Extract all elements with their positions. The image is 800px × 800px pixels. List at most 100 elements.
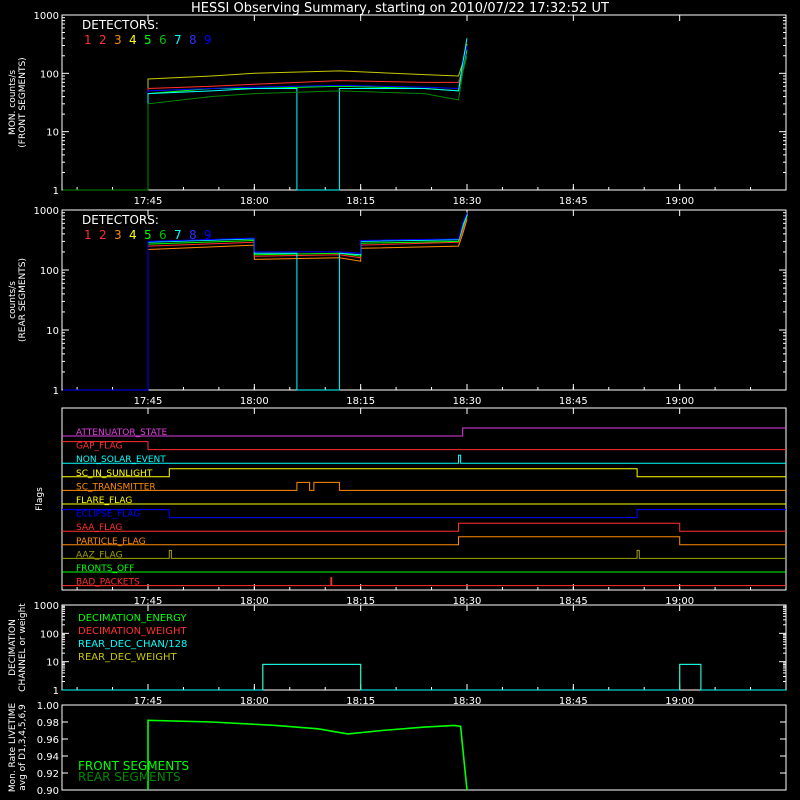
x-tick-label: 17:45 bbox=[134, 396, 163, 407]
y-axis-label: DECIMATION bbox=[8, 619, 18, 676]
series-line-front bbox=[62, 43, 468, 191]
panel-frame-rear bbox=[61, 209, 787, 391]
y-tick-label: 100 bbox=[40, 266, 59, 277]
x-tick-label: 18:45 bbox=[559, 396, 588, 407]
series-line-rear bbox=[62, 215, 468, 391]
flag-label: ECLIPSE_FLAG bbox=[76, 510, 140, 520]
y-axis-label: Flags bbox=[35, 487, 45, 511]
x-tick-label: 18:45 bbox=[559, 196, 588, 207]
x-tick-label: 18:30 bbox=[453, 396, 482, 407]
legend-label: DECIMATION_WEIGHT bbox=[78, 626, 187, 637]
panel-frame-front bbox=[61, 14, 787, 191]
y-axis-label: (FRONT SEGMENTS) bbox=[18, 57, 28, 147]
y-tick-label: 100 bbox=[40, 69, 59, 80]
y-axis-label: CHANNEL or weight bbox=[18, 603, 28, 692]
legend-label: REAR_DEC_WEIGHT bbox=[78, 652, 177, 663]
flag-label: GAP_FLAG bbox=[76, 442, 122, 452]
y-tick-label: 1000 bbox=[34, 11, 59, 22]
flag-line bbox=[62, 522, 786, 532]
flag-label: FLARE_FLAG bbox=[76, 496, 132, 506]
y-axis-label: Mon. Rate LIVETIME bbox=[8, 703, 18, 793]
flag-label: SC_IN_SUNLIGHT bbox=[76, 469, 153, 479]
flag-line bbox=[62, 536, 786, 546]
legend-detector-number: 6 bbox=[159, 33, 167, 47]
flag-line bbox=[62, 481, 786, 491]
y-tick-label: 0.92 bbox=[37, 769, 59, 780]
y-tick-label: 0.96 bbox=[37, 735, 59, 746]
series-line-livetime bbox=[147, 719, 468, 791]
y-tick-label: 1 bbox=[53, 686, 59, 697]
legend-detector-number: 9 bbox=[204, 228, 212, 242]
y-tick-label: 10 bbox=[46, 326, 59, 337]
flag-line bbox=[62, 509, 786, 519]
flag-line bbox=[62, 549, 786, 559]
x-tick-label: 19:00 bbox=[665, 396, 694, 407]
x-tick-label: 18:30 bbox=[453, 196, 482, 207]
y-tick-label: 1 bbox=[53, 386, 59, 397]
y-axis-label: counts/s bbox=[8, 281, 18, 319]
legend-detector-number: 8 bbox=[189, 228, 197, 242]
flag-label: ATTENUATOR_STATE bbox=[76, 428, 168, 438]
flag-label: NON_SOLAR_EVENT bbox=[76, 455, 166, 465]
series-line-decimation bbox=[62, 663, 786, 691]
series-line-front bbox=[62, 38, 468, 191]
y-axis-label: (REAR SEGMENTS) bbox=[18, 258, 28, 342]
y-tick-label: 1.00 bbox=[37, 701, 59, 712]
legend-label: REAR SEGMENTS bbox=[78, 770, 181, 784]
legend-detector-number: 4 bbox=[129, 228, 137, 242]
y-tick-label: 1000 bbox=[34, 601, 59, 612]
series-line-front bbox=[62, 48, 468, 191]
flag-label: SAA_FLAG bbox=[76, 523, 122, 533]
y-tick-label: 100 bbox=[40, 629, 59, 640]
legend-detector-number: 3 bbox=[114, 228, 122, 242]
y-tick-label: 1000 bbox=[34, 206, 59, 217]
x-tick-label: 18:00 bbox=[240, 196, 269, 207]
flag-line bbox=[62, 427, 786, 437]
legend-detector-number: 9 bbox=[204, 33, 212, 47]
series-line-front bbox=[62, 45, 468, 191]
legend-title: DETECTORS: bbox=[82, 213, 159, 227]
series-line-front bbox=[62, 49, 468, 191]
series-line-decimation bbox=[62, 663, 786, 691]
x-tick-label: 19:00 bbox=[665, 196, 694, 207]
legend-title: DETECTORS: bbox=[82, 18, 159, 32]
legend-detector-number: 5 bbox=[144, 33, 152, 47]
flag-label: FRONTS_OFF bbox=[76, 564, 134, 574]
x-tick-label: 17:45 bbox=[134, 196, 163, 207]
flag-label: AAZ_FLAG bbox=[76, 550, 123, 560]
panel-frame-flags bbox=[61, 407, 787, 591]
flag-line bbox=[62, 468, 786, 478]
flag-label: SC_TRANSMITTER bbox=[76, 482, 156, 492]
series-line-rear bbox=[62, 212, 468, 391]
legend-detector-number: 1 bbox=[84, 228, 92, 242]
x-tick-label: 18:00 bbox=[240, 396, 269, 407]
legend-detector-number: 6 bbox=[159, 228, 167, 242]
y-tick-label: 10 bbox=[46, 658, 59, 669]
flag-line bbox=[62, 441, 786, 451]
summary-figure: 17:45 18:00 18:15 18:30 18:45 19:001101001000… bbox=[8, 11, 787, 797]
y-tick-label: 0.94 bbox=[37, 752, 59, 763]
flag-line bbox=[62, 577, 786, 587]
series-line-rear bbox=[62, 214, 468, 391]
flag-label: BAD_PACKETS bbox=[76, 578, 140, 588]
y-axis-label: avg of D1,3,4,5,6,9 bbox=[18, 704, 28, 791]
x-tick-label: 18:15 bbox=[346, 196, 375, 207]
flag-label: PARTICLE_FLAG bbox=[76, 537, 146, 547]
legend-detector-number: 8 bbox=[189, 33, 197, 47]
legend-detector-number: 2 bbox=[99, 33, 107, 47]
series-line-front bbox=[62, 55, 468, 191]
legend-detector-number: 7 bbox=[174, 228, 182, 242]
legend-label: DECIMATION_ENERGY bbox=[78, 613, 187, 624]
y-tick-label: 0.98 bbox=[37, 718, 59, 729]
legend-detector-number: 5 bbox=[144, 228, 152, 242]
y-tick-label: 10 bbox=[46, 128, 59, 139]
legend-label: REAR_DEC_CHAN/128 bbox=[78, 639, 187, 650]
legend-detector-number: 7 bbox=[174, 33, 182, 47]
legend-detector-number: 2 bbox=[99, 228, 107, 242]
series-line-rear bbox=[62, 217, 468, 391]
series-line-rear bbox=[62, 219, 468, 391]
legend-detector-number: 4 bbox=[129, 33, 137, 47]
flag-line bbox=[62, 454, 786, 464]
y-tick-label: 1 bbox=[53, 186, 59, 197]
y-axis-label: MON. counts/s bbox=[8, 70, 18, 135]
